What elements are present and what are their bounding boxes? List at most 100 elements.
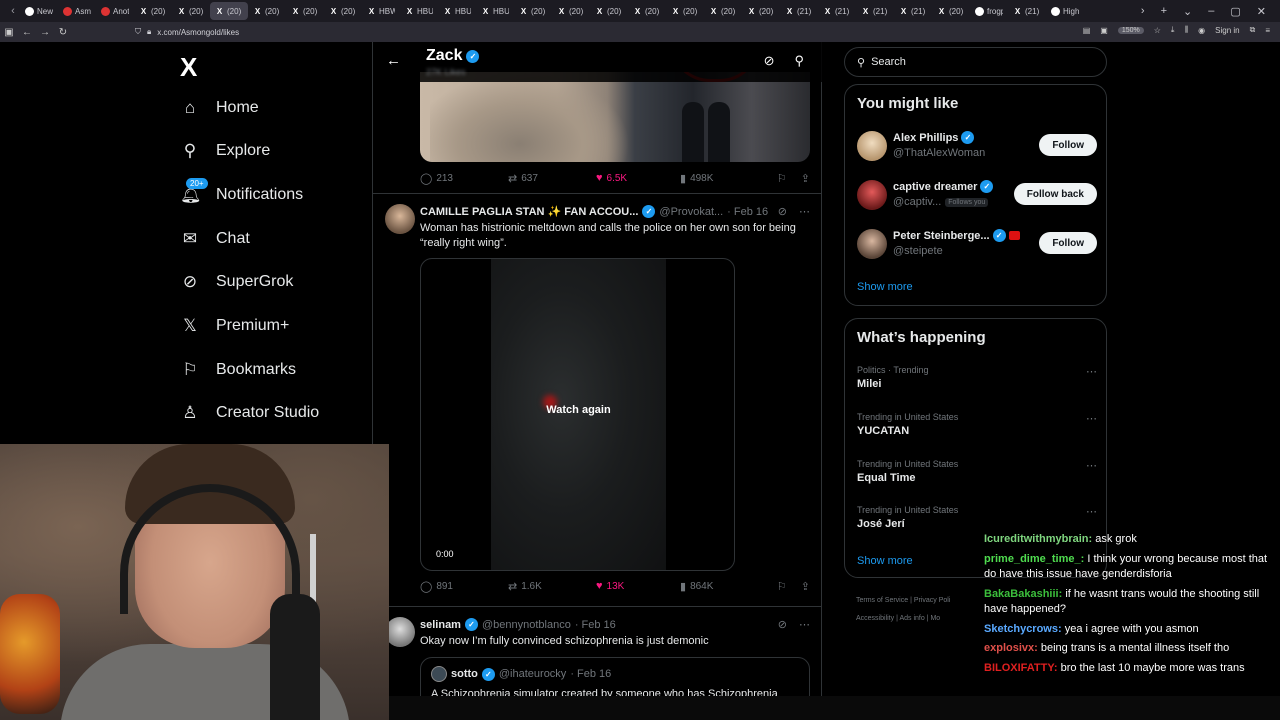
browser-tab[interactable]: X (20) I <box>932 2 970 20</box>
tab-list-icon[interactable]: ⌄ <box>1183 5 1192 18</box>
address-bar[interactable]: ⛉ 🔒︎ x.com/Asmongold/likes <box>135 24 1115 40</box>
suggested-user[interactable]: Peter Steinberge... ✓ @steipete Follow <box>857 225 1097 265</box>
chat-username[interactable]: Sketchycrows: <box>984 623 1062 635</box>
trend-item[interactable]: Politics · Trending Milei ⋯ <box>857 365 1097 390</box>
show-more-link[interactable]: Show more <box>857 555 913 567</box>
search-icon[interactable]: ⚲ <box>794 53 804 69</box>
follow-button[interactable]: Follow <box>1039 232 1097 254</box>
more-icon[interactable]: ⋯ <box>1086 412 1097 425</box>
reader-icon[interactable]: ▤ <box>1083 26 1091 35</box>
browser-tab[interactable]: X (20) I <box>286 2 324 20</box>
sign-in-link[interactable]: Sign in <box>1215 26 1239 35</box>
browser-tab[interactable]: X (20) E <box>324 2 362 20</box>
browser-tab[interactable]: X (21) I <box>856 2 894 20</box>
more-icon[interactable]: ⋯ <box>799 618 810 631</box>
browser-tab[interactable]: X HBU <box>476 2 514 20</box>
browser-tab[interactable]: X (20) I <box>666 2 704 20</box>
trend-item[interactable]: Trending in United States Equal Time ⋯ <box>857 459 1097 484</box>
trend-item[interactable]: Trending in United States YUCATAN ⋯ <box>857 412 1097 437</box>
forward-icon[interactable]: → <box>36 27 54 38</box>
browser-tab[interactable]: X (21) I <box>894 2 932 20</box>
share-icon[interactable]: ⇪ <box>801 172 810 185</box>
bookmark-icon[interactable]: ⚐ <box>777 172 787 185</box>
tweet-date[interactable]: · Feb 16 <box>727 206 768 218</box>
extensions-icon[interactable]: ⧉ <box>1250 25 1256 35</box>
reply-button[interactable]: ◯ 213 <box>420 172 508 185</box>
show-more-link[interactable]: Show more <box>857 281 913 293</box>
main-timeline[interactable]: ← Zack ✓ 27K Likes ⊘ ⚲ ◯ 213 ⇄ 637 ♥ 6.5K ▮… <box>373 42 822 720</box>
minimize-icon[interactable]: – <box>1208 5 1214 18</box>
footer-links[interactable]: Accessibility | Ads info | Mo <box>856 615 940 622</box>
grok-icon[interactable]: ⊘ <box>778 618 787 631</box>
nav-home[interactable]: ⌂ Home <box>180 93 259 123</box>
author-name[interactable]: CAMILLE PAGLIA STAN ✨ FAN ACCOU... <box>420 205 638 218</box>
browser-tab[interactable]: X (21) I <box>1008 2 1046 20</box>
repost-button[interactable]: ⇄ 1.6K <box>508 580 596 593</box>
browser-tab[interactable]: X (20) I <box>704 2 742 20</box>
like-button[interactable]: ♥ 13K <box>596 580 680 592</box>
author-handle[interactable]: @bennynotblanco <box>482 619 571 631</box>
user-name[interactable]: captive dreamer <box>893 181 977 193</box>
back-icon[interactable]: ← <box>18 27 36 38</box>
sidebar-toggle-icon[interactable]: ▣ <box>0 27 18 38</box>
reply-button[interactable]: ◯ 891 <box>420 580 508 593</box>
browser-tab[interactable]: X HBW <box>362 2 400 20</box>
grok-icon[interactable]: ⊘ <box>778 205 787 218</box>
avatar[interactable] <box>857 180 887 210</box>
new-tab-icon[interactable]: + <box>1161 5 1167 18</box>
browser-tab[interactable]: X (20) I <box>134 2 172 20</box>
browser-tab[interactable]: Anoth <box>96 2 134 20</box>
nav-notifications[interactable]: 🔔︎ 20+ Notifications <box>180 178 303 210</box>
browser-tab[interactable]: frogp <box>970 2 1008 20</box>
chat-username[interactable]: BakaBakashiii: <box>984 588 1062 600</box>
browser-tab[interactable]: X (21) I <box>818 2 856 20</box>
browser-tab[interactable]: X (20) T <box>742 2 780 20</box>
more-icon[interactable]: ⋯ <box>1086 505 1097 518</box>
more-icon[interactable]: ⋯ <box>1086 459 1097 472</box>
nav-supergrok[interactable]: ⊘ SuperGrok <box>180 267 294 297</box>
suggested-user[interactable]: Alex Phillips ✓ @ThatAlexWoman Follow <box>857 127 1097 167</box>
views-button[interactable]: ▮ 864K <box>680 580 713 593</box>
share-icon[interactable]: ⇪ <box>801 580 810 593</box>
footer-links[interactable]: Terms of Service | Privacy Poli <box>856 597 950 604</box>
browser-tab[interactable]: X (20) <box>210 2 248 20</box>
x-logo-icon[interactable]: X <box>180 52 197 83</box>
nav-bookmarks[interactable]: ⚐ Bookmarks <box>180 355 296 385</box>
reload-icon[interactable]: ↻ <box>54 27 72 38</box>
browser-tab[interactable]: X (20) I <box>552 2 590 20</box>
follow-back-button[interactable]: Follow back <box>1013 183 1097 205</box>
browser-tab[interactable]: X (20) J <box>590 2 628 20</box>
like-button[interactable]: ♥ 6.5K <box>596 172 680 184</box>
browser-tab[interactable]: X (20) <box>514 2 552 20</box>
author-name[interactable]: selinam <box>420 619 461 631</box>
maximize-icon[interactable]: ▢ <box>1230 5 1240 18</box>
tweet-date[interactable]: · Feb 16 <box>575 619 616 631</box>
star-icon[interactable]: ☆ <box>1154 26 1161 35</box>
user-name[interactable]: Alex Phillips <box>893 132 958 144</box>
search-input[interactable]: ⚲ Search <box>844 47 1107 77</box>
download-icon[interactable]: ⤓ <box>1171 25 1175 35</box>
browser-tab[interactable]: X HBU <box>438 2 476 20</box>
menu-icon[interactable]: ≡ <box>1265 26 1270 35</box>
browser-tab[interactable]: X (20) C <box>628 2 666 20</box>
avatar[interactable] <box>385 204 415 234</box>
back-arrow-icon[interactable]: ← <box>386 52 401 69</box>
avatar[interactable] <box>385 617 415 647</box>
library-icon[interactable]: ⫼ <box>1184 25 1188 35</box>
browser-tab[interactable]: Asmo <box>58 2 96 20</box>
chat-username[interactable]: prime_dime_time_: <box>984 553 1084 565</box>
author-handle[interactable]: @Provokat... <box>659 206 723 218</box>
browser-tab[interactable]: X (21) C <box>780 2 818 20</box>
avatar[interactable] <box>857 131 887 161</box>
more-icon[interactable]: ⋯ <box>799 205 810 218</box>
suggested-user[interactable]: captive dreamer ✓ @captiv... Follows you F… <box>857 176 1097 216</box>
browser-tab[interactable]: X (20) C <box>248 2 286 20</box>
nav-chat[interactable]: ✉ Chat <box>180 224 250 254</box>
tweet-image[interactable] <box>420 72 810 162</box>
account-icon[interactable]: ◉ <box>1198 26 1205 35</box>
bookmark-icon[interactable]: ⚐ <box>777 580 787 593</box>
tab-scroll-right-icon[interactable]: › <box>1141 5 1145 18</box>
avatar[interactable] <box>857 229 887 259</box>
watch-again-button[interactable]: Watch again <box>421 404 734 416</box>
zoom-level[interactable]: 150% <box>1117 26 1144 34</box>
